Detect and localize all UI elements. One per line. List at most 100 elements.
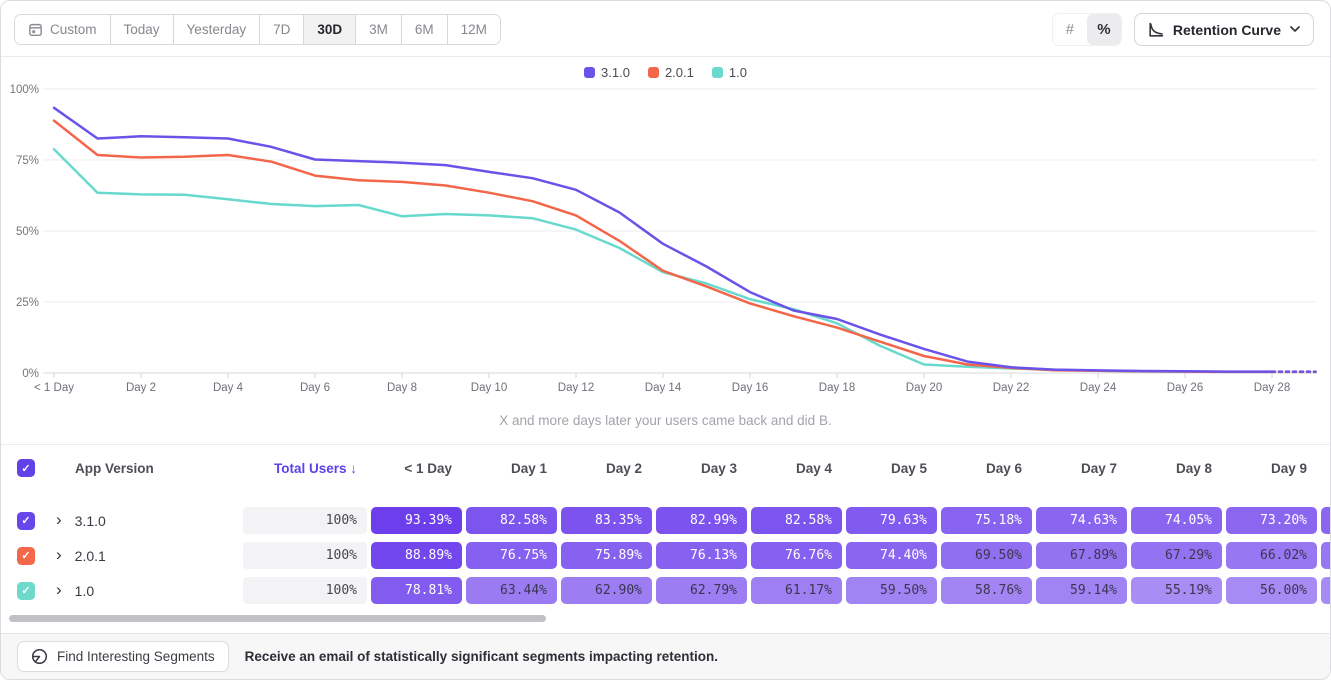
total-users-cell: 100% [243, 542, 367, 569]
date-range-today[interactable]: Today [110, 15, 173, 44]
date-range-30d[interactable]: 30D [303, 15, 355, 44]
header-day-4: Day 4 [749, 461, 844, 476]
select-all-checkbox[interactable]: ✓ [17, 459, 35, 477]
date-range-label: 3M [369, 22, 388, 37]
y-axis-label: 100% [10, 84, 39, 96]
expand-chevron-icon[interactable]: › [51, 546, 62, 565]
row-checkbox-2.0.1[interactable]: ✓ [17, 547, 35, 565]
retention-cell-day-7[interactable]: 74.63% [1036, 507, 1127, 534]
header-day-3: Day 3 [654, 461, 749, 476]
value-format-toggle: #% [1052, 13, 1122, 46]
date-range-control: Custom Today Yesterday7D 30D 3M 6M12M [14, 14, 501, 45]
table-body: ✓›3.1.0100%93.39%82.58%83.35%82.99%82.58… [1, 503, 1330, 608]
retention-cell-day-2[interactable]: 62.90% [561, 577, 652, 604]
retention-cell-day-1[interactable]: 63.44% [466, 577, 557, 604]
date-range-12m[interactable]: 12M [447, 15, 500, 44]
find-interesting-segments-button[interactable]: Find Interesting Segments [17, 641, 229, 672]
x-axis-label: Day 22 [993, 382, 1029, 394]
header-day-8: Day 8 [1129, 461, 1224, 476]
x-axis-label: Day 10 [471, 382, 507, 394]
legend-swatch [648, 67, 659, 78]
header-day-7: Day 7 [1034, 461, 1129, 476]
retention-cell-day-6[interactable]: 69.50% [941, 542, 1032, 569]
row-checkbox-3.1.0[interactable]: ✓ [17, 512, 35, 530]
percentage-toggle[interactable]: % [1087, 14, 1121, 45]
retention-cell-day-2[interactable]: 83.35% [561, 507, 652, 534]
table-row-1.0: ✓›1.0100%78.81%63.44%62.90%62.79%61.17%5… [1, 573, 1330, 608]
retention-cell-day-6[interactable]: 75.18% [941, 507, 1032, 534]
app-version-label: 3.1.0 [75, 513, 106, 529]
x-axis-label: Day 14 [645, 382, 682, 394]
retention-cell-day-8[interactable]: 55.19% [1131, 577, 1222, 604]
retention-cell-day-3[interactable]: 76.13% [656, 542, 747, 569]
retention-cell-day-2[interactable]: 75.89% [561, 542, 652, 569]
retention-cell-day-9[interactable]: 56.00% [1226, 577, 1317, 604]
date-range-label: 30D [317, 22, 342, 37]
expand-chevron-icon[interactable]: › [51, 581, 62, 600]
expand-chevron-icon[interactable]: › [51, 511, 62, 530]
series-line-2.0.1 [54, 121, 1272, 372]
retention-cell-cutoff [1321, 577, 1331, 604]
date-range-label: Today [124, 22, 160, 37]
table-row-3.1.0: ✓›3.1.0100%93.39%82.58%83.35%82.99%82.58… [1, 503, 1330, 538]
legend-label: 1.0 [729, 65, 747, 80]
x-axis-label: Day 26 [1167, 382, 1203, 394]
y-axis-label: 75% [16, 155, 39, 167]
chart-type-label: Retention Curve [1173, 22, 1281, 38]
header-app-version: App Version [51, 461, 241, 476]
retention-cell-day-8[interactable]: 74.05% [1131, 507, 1222, 534]
retention-cell-day-1[interactable]: 82.58% [466, 507, 557, 534]
header-day-6: Day 6 [939, 461, 1034, 476]
header-day-9: Day 9 [1224, 461, 1319, 476]
x-axis-label: Day 16 [732, 382, 768, 394]
retention-cell-day-9[interactable]: 73.20% [1226, 507, 1317, 534]
date-range-custom[interactable]: Custom [15, 15, 110, 44]
date-range-yesterday[interactable]: Yesterday [173, 15, 260, 44]
legend-item-3.1.0[interactable]: 3.1.0 [584, 65, 630, 80]
date-range-6m[interactable]: 6M [401, 15, 447, 44]
x-axis-label: Day 8 [387, 382, 417, 394]
absolute-numbers-toggle[interactable]: # [1053, 14, 1087, 45]
x-axis-label: Day 24 [1080, 382, 1117, 394]
header-day-5: Day 5 [844, 461, 939, 476]
app-version-label: 2.0.1 [75, 548, 106, 564]
calendar-icon [28, 22, 43, 37]
retention-table: ✓App VersionTotal Users ↓< 1 DayDay 1Day… [1, 444, 1330, 608]
legend-item-1.0[interactable]: 1.0 [712, 65, 747, 80]
retention-cell-day-5[interactable]: 59.50% [846, 577, 937, 604]
retention-cell-day-6[interactable]: 58.76% [941, 577, 1032, 604]
retention-cell-day-1[interactable]: 76.75% [466, 542, 557, 569]
retention-cell-day-5[interactable]: 79.63% [846, 507, 937, 534]
retention-cell-day-7[interactable]: 67.89% [1036, 542, 1127, 569]
header-day-2: Day 2 [559, 461, 654, 476]
footer-message: Receive an email of statistically signif… [245, 649, 718, 664]
retention-cell-day-3[interactable]: 62.79% [656, 577, 747, 604]
legend-item-2.0.1[interactable]: 2.0.1 [648, 65, 694, 80]
retention-cell-day-5[interactable]: 74.40% [846, 542, 937, 569]
x-axis-label: Day 28 [1254, 382, 1290, 394]
retention-cell-day-9[interactable]: 66.02% [1226, 542, 1317, 569]
x-axis-label: Day 12 [558, 382, 594, 394]
legend-label: 3.1.0 [601, 65, 630, 80]
retention-cell-day-4[interactable]: 61.17% [751, 577, 842, 604]
retention-cell-day-4[interactable]: 76.76% [751, 542, 842, 569]
toolbar: Custom Today Yesterday7D 30D 3M 6M12M #% Rete… [1, 1, 1330, 57]
retention-cell-day-8[interactable]: 67.29% [1131, 542, 1222, 569]
x-axis-label: Day 20 [906, 382, 942, 394]
retention-cell-day-0[interactable]: 88.89% [371, 542, 462, 569]
chart-type-dropdown[interactable]: Retention Curve [1134, 13, 1314, 46]
retention-cell-day-0[interactable]: 93.39% [371, 507, 462, 534]
table-header-row: ✓App VersionTotal Users ↓< 1 DayDay 1Day… [1, 444, 1330, 491]
date-range-7d[interactable]: 7D [259, 15, 303, 44]
retention-cell-day-7[interactable]: 59.14% [1036, 577, 1127, 604]
legend-swatch [712, 67, 723, 78]
row-checkbox-1.0[interactable]: ✓ [17, 582, 35, 600]
legend-label: 2.0.1 [665, 65, 694, 80]
retention-cell-day-4[interactable]: 82.58% [751, 507, 842, 534]
app-version-label: 1.0 [75, 583, 94, 599]
header-total-users-sorted[interactable]: Total Users ↓ [241, 461, 369, 476]
horizontal-scrollbar-thumb[interactable] [9, 615, 546, 622]
date-range-3m[interactable]: 3M [355, 15, 401, 44]
retention-cell-day-0[interactable]: 78.81% [371, 577, 462, 604]
retention-cell-day-3[interactable]: 82.99% [656, 507, 747, 534]
